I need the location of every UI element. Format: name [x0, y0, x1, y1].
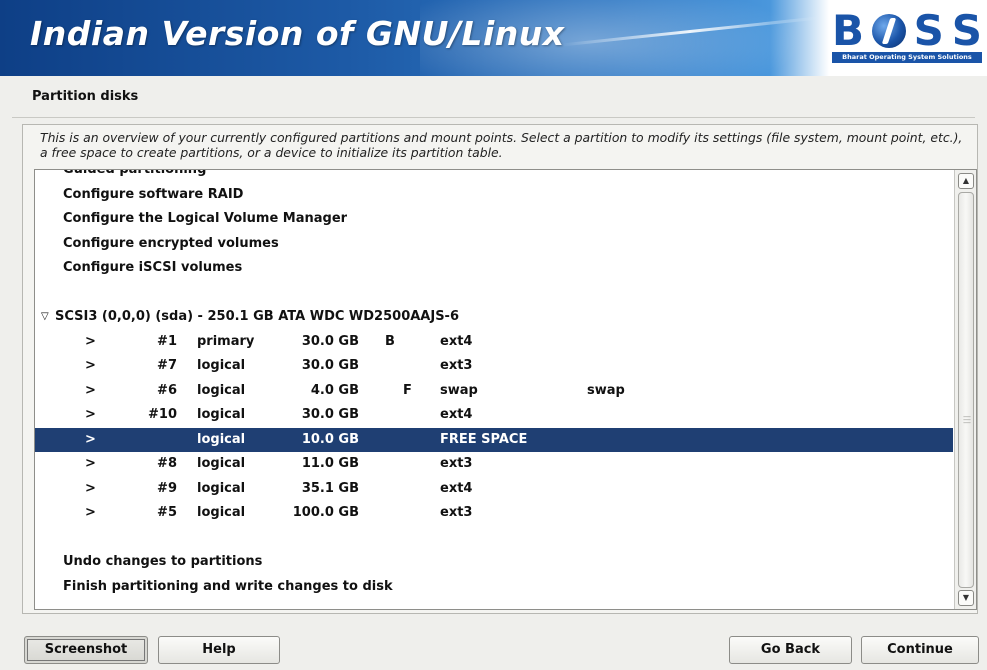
menu-item[interactable]: Configure software RAID: [35, 183, 953, 208]
partition-arrow-icon: >: [85, 358, 96, 373]
banner-title: Indian Version of GNU/Linux: [30, 14, 565, 53]
partition-format-flag: F: [403, 382, 412, 398]
menu-item-label: Guided partitioning: [63, 169, 207, 177]
partition-size: 30.0 GB: [301, 407, 359, 422]
menu-item[interactable]: Undo changes to partitions: [35, 550, 953, 575]
partition-number: #10: [148, 407, 177, 422]
menu-item-label: Configure software RAID: [63, 186, 244, 202]
partition-type: logical: [197, 456, 246, 471]
screenshot-button[interactable]: Screenshot: [24, 636, 148, 664]
partition-filesystem: ext3: [440, 505, 473, 520]
menu-item-label: Finish partitioning and write changes to…: [63, 578, 393, 594]
partition-arrow-icon: >: [85, 431, 96, 447]
partition-size: 100.0 GB: [292, 505, 359, 520]
logo-letter-b: B: [832, 6, 865, 55]
disk-label: SCSI3 (0,0,0) (sda) - 250.1 GB ATA WDC W…: [55, 309, 460, 324]
partition-number: #5: [157, 505, 177, 520]
partition-arrow-icon: >: [85, 505, 96, 520]
partition-number: #8: [157, 456, 177, 471]
partition-size: 4.0 GB: [310, 382, 359, 398]
chevron-down-icon[interactable]: ▼: [958, 590, 974, 606]
partition-number: #9: [157, 480, 177, 496]
partition-mountpoint: swap: [587, 382, 625, 398]
partition-filesystem: ext3: [440, 358, 473, 373]
go-back-button[interactable]: Go Back: [729, 636, 852, 664]
logo-globe-icon: [871, 14, 906, 48]
vertical-scrollbar[interactable]: ▲ — — — ▼: [954, 170, 976, 609]
partition-row[interactable]: > #6 logical 4.0 GB Fswap swap: [35, 379, 953, 404]
menu-item[interactable]: Configure the Logical Volume Manager: [35, 207, 953, 232]
menu-item[interactable]: Guided partitioning: [35, 169, 953, 183]
partition-type: primary: [197, 333, 255, 349]
partition-filesystem: FREE SPACE: [440, 431, 528, 447]
partition-size: 30.0 GB: [301, 333, 359, 349]
partition-number: #1: [157, 333, 177, 349]
partition-arrow-icon: >: [85, 456, 96, 471]
page-title: Partition disks: [32, 89, 139, 104]
header-divider: [12, 117, 975, 118]
disk-row[interactable]: ▽ SCSI3 (0,0,0) (sda) - 250.1 GB ATA WDC …: [35, 305, 953, 330]
partition-filesystem: ext3: [440, 456, 473, 471]
partition-type: logical: [197, 382, 246, 398]
partition-arrow-icon: >: [85, 407, 96, 422]
partition-row[interactable]: > #1 primary 30.0 GB Bext4: [35, 330, 953, 355]
partition-row-selected[interactable]: > logical 10.0 GB FREE SPACE: [35, 427, 953, 452]
menu-item[interactable]: Configure iSCSI volumes: [35, 256, 953, 281]
partition-row[interactable]: > #7 logical 30.0 GB ext3: [35, 354, 953, 379]
partition-row[interactable]: > #8 logical 11.0 GB ext3: [35, 452, 953, 477]
menu-item[interactable]: Configure encrypted volumes: [35, 232, 953, 257]
partition-type: logical: [197, 505, 246, 520]
partition-number: #7: [157, 358, 177, 373]
partition-filesystem: ext4: [440, 407, 473, 422]
partition-row[interactable]: > #9 logical 35.1 GB ext4: [35, 477, 953, 502]
help-button[interactable]: Help: [158, 636, 280, 664]
menu-item-label: Undo changes to partitions: [63, 554, 263, 569]
logo-tagline: Bharat Operating System Solutions: [832, 52, 982, 63]
partition-type: logical: [197, 358, 246, 373]
logo-letter-s1: S: [913, 6, 944, 55]
logo-letter-s2: S: [951, 6, 982, 55]
boss-logo: B S S Bharat Operating System Solutions: [832, 6, 982, 68]
menu-item-label: Configure encrypted volumes: [63, 235, 279, 251]
partition-arrow-icon: >: [85, 382, 96, 398]
partition-bootable-flag: B: [385, 333, 395, 349]
partition-size: 35.1 GB: [301, 480, 359, 496]
partition-type: logical: [197, 480, 246, 496]
grip-icon: — — —: [963, 412, 971, 427]
partition-size: 11.0 GB: [301, 456, 359, 471]
installer-banner: Indian Version of GNU/Linux B S S Bharat…: [0, 0, 987, 76]
partition-size: 10.0 GB: [301, 431, 359, 447]
partition-size: 30.0 GB: [301, 358, 359, 373]
page-description: This is an overview of your currently co…: [40, 130, 963, 160]
menu-item-label: Configure iSCSI volumes: [63, 260, 243, 275]
partition-row[interactable]: > #5 logical 100.0 GB ext3: [35, 501, 953, 526]
partition-row[interactable]: > #10 logical 30.0 GB ext4: [35, 403, 953, 428]
partition-list[interactable]: Guided partitioning Configure software RA…: [34, 169, 977, 610]
partition-type: logical: [197, 407, 246, 422]
partition-filesystem: ext4: [440, 480, 473, 496]
partition-type: logical: [197, 431, 246, 447]
partition-arrow-icon: >: [85, 480, 96, 496]
partition-arrow-icon: >: [85, 333, 96, 349]
triangle-down-icon[interactable]: ▽: [41, 305, 49, 330]
menu-item[interactable]: Finish partitioning and write changes to…: [35, 575, 953, 600]
partition-filesystem: ext4: [440, 333, 473, 349]
menu-item-label: Configure the Logical Volume Manager: [63, 211, 348, 226]
partition-filesystem: swap: [440, 382, 478, 398]
chevron-up-icon[interactable]: ▲: [958, 173, 974, 189]
partition-list-items: Guided partitioning Configure software RA…: [35, 169, 955, 600]
scroll-thumb[interactable]: — — —: [958, 192, 974, 588]
partition-number: #6: [157, 382, 177, 398]
continue-button[interactable]: Continue: [861, 636, 979, 664]
